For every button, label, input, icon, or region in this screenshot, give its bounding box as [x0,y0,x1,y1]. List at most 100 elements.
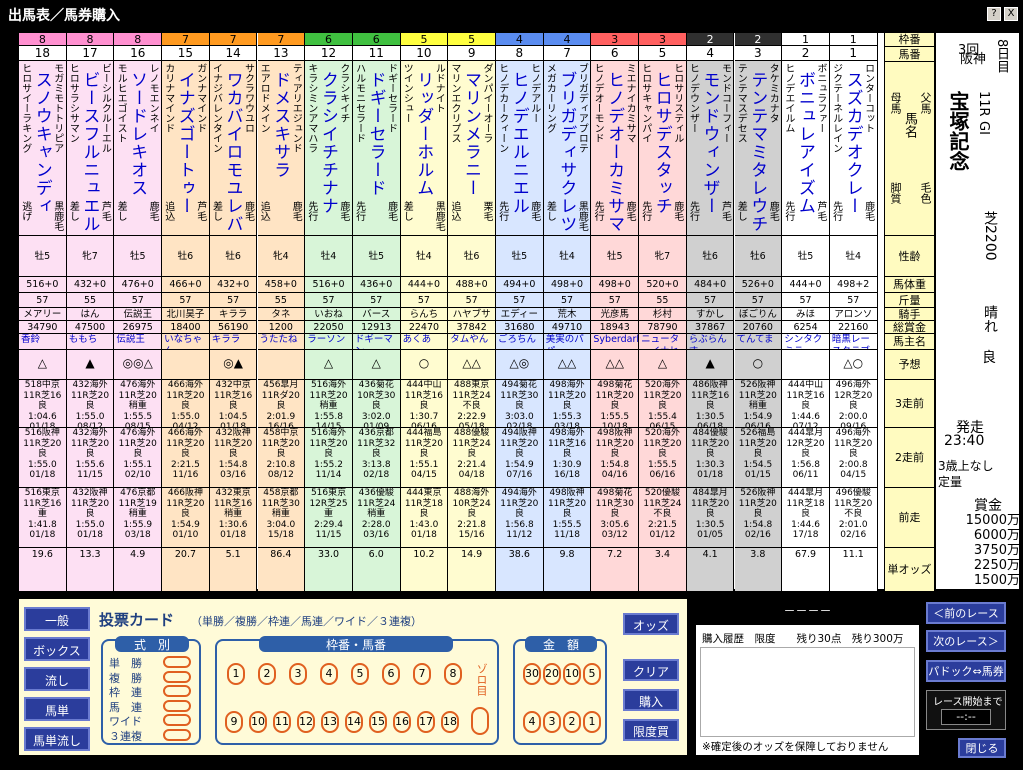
amount-toggle[interactable]: 3 [543,711,561,733]
past-race-line: 1:55.8 [314,411,343,422]
number-toggle[interactable]: 3 [289,663,307,685]
help-button[interactable]: ? [987,7,1001,21]
number-toggle[interactable]: 4 [320,663,338,685]
number-toggle[interactable]: 11 [273,711,291,733]
past-race-line: 1:55.0 [27,459,57,470]
action-button[interactable]: オッズ [623,613,679,635]
horse-name[interactable]: ヒロサデスタッチ [650,71,675,215]
horse-column: 7 15 ガンナマインド イナズゴートゥー カリナマインド 芦毛 追込 牡6 466+0 57 北川… [162,33,210,591]
number-toggle[interactable]: 7 [413,663,431,685]
horse-name[interactable]: イナズゴートゥー [173,71,198,215]
horse-number[interactable]: 16 [114,46,162,61]
past-race: 498阪神 11R芝20 良 1:54.8 04/16 [591,427,639,487]
horse-name[interactable]: ドメスキサラ [268,71,293,179]
past-race-line: 1:54.8 [218,459,248,470]
close-button[interactable]: 閉じる [958,738,1006,758]
number-toggle[interactable]: 8 [444,663,462,685]
horse-number[interactable]: 10 [400,46,448,61]
horse-number[interactable]: 8 [496,46,543,61]
horse-number[interactable]: 12 [305,46,352,61]
bet-type-toggle[interactable] [163,685,191,697]
number-toggle[interactable]: 18 [441,711,459,733]
horse-name[interactable]: リッダーホルム [411,71,436,197]
number-toggle[interactable]: 14 [345,711,363,733]
amount-toggle[interactable]: 5 [583,663,601,685]
past-race-line: 1:30.9 [552,459,582,470]
number-toggle[interactable]: 1 [227,663,245,685]
amount-toggle[interactable]: 1 [583,711,601,733]
amount-toggle[interactable]: 10 [563,663,581,685]
history-list[interactable] [700,647,915,737]
horse-number[interactable]: 18 [19,46,66,61]
horse-name[interactable]: クラシイチチナナ [316,71,341,215]
number-toggle[interactable]: 9 [225,711,243,733]
action-button[interactable]: クリア [623,659,679,681]
prev-race-button[interactable]: ＜前のレース [926,602,1006,624]
horse-number[interactable]: 5 [639,46,686,61]
past-race-line: 稍重 [224,509,243,519]
horse-number[interactable]: 17 [66,46,114,61]
horse-name[interactable]: ヒノデエルニエル [507,71,532,215]
bet-type-toggle[interactable] [163,699,191,712]
number-toggle[interactable]: 12 [297,711,315,733]
number-toggle[interactable]: 13 [321,711,339,733]
amount-toggle[interactable]: 20 [543,663,561,685]
horse-name[interactable]: マリンメラニー [459,71,484,197]
past-race-line: 526阪神 [740,380,776,390]
horse-number[interactable]: 7 [543,46,591,61]
bet-mode-button[interactable]: ボックス [24,637,90,661]
past-race: 526阪神 11R芝20 稍重 1:54.9 06/16 [734,379,782,427]
number-toggle[interactable]: 5 [351,663,369,685]
bet-mode-button[interactable]: 流し [24,667,90,691]
horse-number[interactable]: 11 [352,46,400,61]
amount-toggle[interactable]: 4 [523,711,541,733]
horse-number[interactable]: 13 [257,46,305,61]
jockey-name: 光彦馬 [591,307,639,320]
action-button[interactable]: 購入 [623,689,679,711]
next-race-button[interactable]: 次のレース＞ [926,630,1006,652]
bet-type-toggle[interactable] [163,656,191,668]
past-race-line: 良 [85,401,95,411]
amount-toggle[interactable]: 30 [523,663,541,685]
horse-number[interactable]: 14 [209,46,257,61]
action-button[interactable]: 限度買 [623,719,679,741]
number-toggle[interactable]: 17 [417,711,435,733]
paddock-toggle-button[interactable]: パドック⇔馬券 [926,660,1006,682]
bet-type-toggle[interactable] [163,714,191,726]
carried-weight: 57 [734,292,782,307]
body-weight: 488+0 [448,276,495,292]
horse-name[interactable]: ソードレキオス [125,71,150,197]
close-window-button[interactable]: X [1004,7,1018,21]
horse-number[interactable]: 3 [734,46,782,61]
bet-mode-button[interactable]: 馬単流し [24,727,90,751]
bet-type-toggle[interactable] [163,670,191,683]
horse-name[interactable]: スノウキャンディ [30,71,55,215]
horse-number[interactable]: 4 [686,46,734,61]
bet-mode-button[interactable]: 一般 [24,607,90,631]
bet-mode-button[interactable]: 馬単 [24,697,90,721]
number-toggle[interactable]: 15 [369,711,387,733]
dam-name: キラシミンアマハラ [305,63,317,153]
horse-name[interactable]: ボニュレアイズム [793,71,818,215]
coat-color: 黒鹿毛 [51,201,63,231]
number-toggle[interactable]: 6 [382,663,400,685]
horse-number[interactable]: 6 [591,46,639,61]
zoro-toggle[interactable] [471,707,489,735]
number-toggle[interactable]: 16 [393,711,411,733]
horse-name[interactable]: スズカデオクレー [841,71,866,215]
horse-name[interactable]: モンドウィンザー [697,71,722,215]
horse-column: 5 9 ダンパイーオーラ マリンメラニー マリンエクリプス 栗毛 追込 牡6 488+0 57 ハヤ… [448,33,496,591]
amount-toggle[interactable]: 2 [563,711,581,733]
bet-type-toggle[interactable] [163,728,191,741]
horse-number[interactable]: 2 [782,46,829,61]
horse-number[interactable]: 9 [448,46,495,61]
running-style: 差し [401,201,413,221]
number-toggle[interactable]: 10 [249,711,267,733]
horse-column: 6 12 クラシキイチ クラシイチチナナ キラシミンアマハラ 鹿毛 先行 牡4 516+0 57 い… [305,33,353,591]
header-row: 性齢 [885,235,934,276]
horse-number[interactable]: 1 [829,46,877,61]
past-race-line: 稍重 [319,401,338,411]
number-toggle[interactable]: 2 [258,663,276,685]
horse-number[interactable]: 15 [162,46,209,61]
horse-name[interactable]: ドギーセラード [364,71,389,197]
